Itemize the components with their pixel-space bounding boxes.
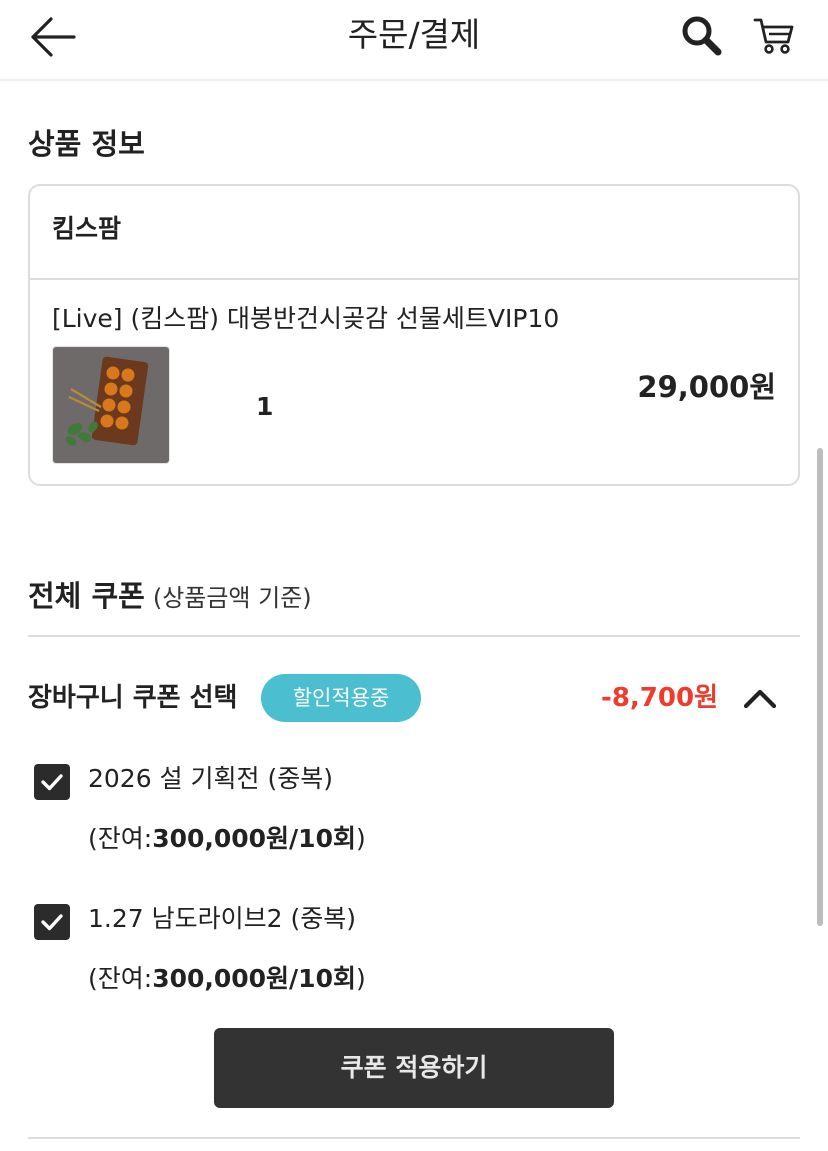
cart-icon xyxy=(753,18,794,54)
coupon-name-1: 2026 설 기획전 (중복) xyxy=(88,764,333,793)
scrollbar[interactable] xyxy=(817,448,823,926)
discount-status-badge: 할인적용중 xyxy=(261,674,421,722)
bottom-divider xyxy=(28,1137,800,1139)
search-icon xyxy=(682,16,722,56)
cart-coupon-label: 장바구니 쿠폰 선택 xyxy=(28,683,238,713)
collapse-toggle-button[interactable] xyxy=(738,678,782,718)
product-card: 킴스팜 [Live] (킴스팜) 대봉반건시곶감 선물세트VIP10 1 29,… xyxy=(28,184,800,486)
checkmark-icon xyxy=(41,774,63,791)
coupon-name-2: 1.27 남도라이브2 (중복) xyxy=(88,904,356,933)
coupon-remaining-1: (잔여:300,000원/10회) xyxy=(88,824,366,853)
seller-name: 킴스팜 xyxy=(52,214,122,243)
section-divider xyxy=(28,635,800,637)
cart-button[interactable] xyxy=(752,12,798,58)
coupon-remaining-2: (잔여:300,000원/10회) xyxy=(88,964,366,993)
product-section-title: 상품 정보 xyxy=(28,127,145,161)
chevron-up-icon xyxy=(743,689,777,709)
top-header: 주문/결제 xyxy=(0,0,828,81)
card-divider xyxy=(30,278,798,280)
coupon-checkbox-1[interactable] xyxy=(34,764,70,800)
coupon-section-subtitle: (상품금액 기준) xyxy=(152,584,312,612)
checkmark-icon xyxy=(41,914,63,931)
coupon-section-title: 전체 쿠폰 xyxy=(28,579,145,613)
discount-amount: -8,700원 xyxy=(601,683,718,713)
product-price: 29,000원 xyxy=(637,370,776,404)
product-name: [Live] (킴스팜) 대봉반건시곶감 선물세트VIP10 xyxy=(52,304,560,333)
product-quantity: 1 xyxy=(256,392,274,421)
coupon-section-header: 전체 쿠폰 (상품금액 기준) xyxy=(28,578,312,619)
apply-coupon-button[interactable]: 쿠폰 적용하기 xyxy=(214,1028,614,1108)
product-image xyxy=(52,346,170,464)
search-button[interactable] xyxy=(678,12,724,58)
coupon-checkbox-2[interactable] xyxy=(34,904,70,940)
